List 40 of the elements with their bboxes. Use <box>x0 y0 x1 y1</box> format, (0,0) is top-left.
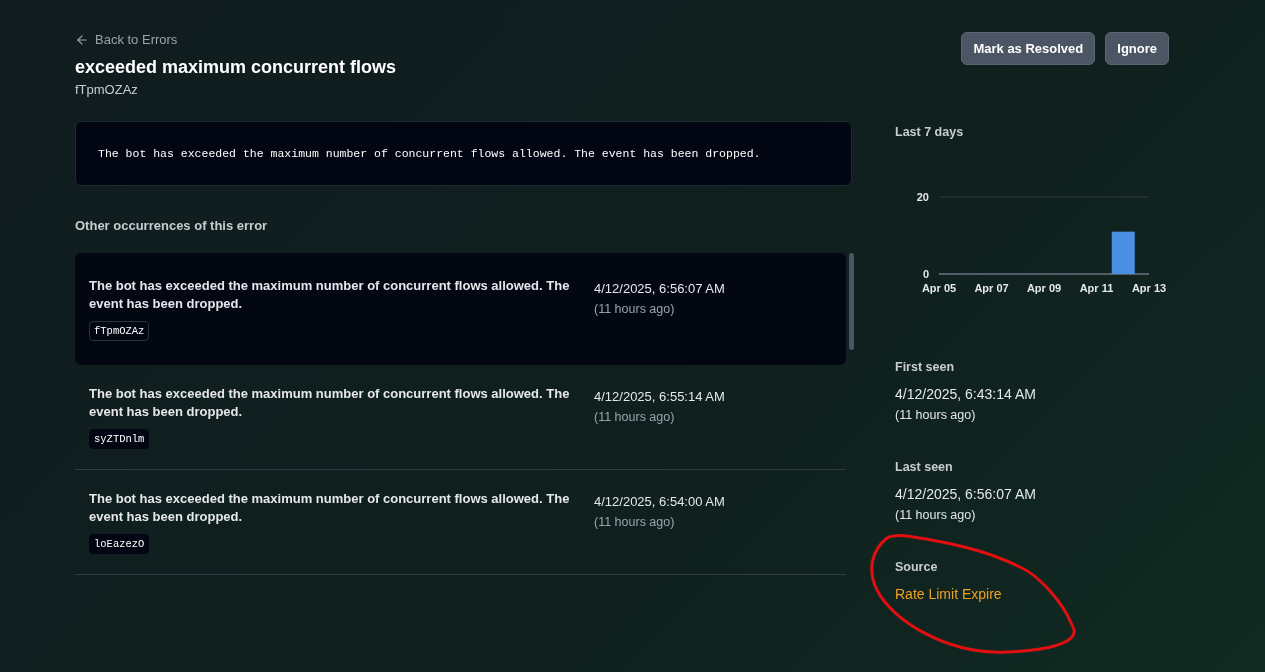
page-title: exceeded maximum concurrent flows <box>75 56 397 78</box>
occurrence-id: syZTDnlm <box>89 428 150 449</box>
error-message-block: The bot has exceeded the maximum number of concurrent flows allowed. The event has been dropped. <box>75 120 852 186</box>
occurrence-message: The bot has exceeded the maximum number of concurrent flows allowed. The event has been dropped. <box>89 276 571 313</box>
relative-time: (11 hours ago) <box>895 507 977 522</box>
occurrence-id: loEazezO <box>89 533 150 554</box>
source-link[interactable]: Rate Limit Expire <box>895 585 1169 602</box>
error-id: fTpmOZAz <box>75 81 139 97</box>
axis-tick-label: Apr 13 <box>1131 281 1167 294</box>
occurrence-timestamp: 4/12/2025, 6:54:00 AM <box>594 493 726 509</box>
axis-tick-label: Apr 05 <box>921 281 957 294</box>
action-button[interactable]: Ignore <box>1105 32 1169 65</box>
occurrence-message: The bot has exceeded the maximum number of concurrent flows allowed. The event has been dropped. <box>89 489 571 526</box>
back-link[interactable]: Back to Errors <box>75 32 178 47</box>
stat-value: 4/12/2025, 6:43:14 AM <box>895 385 1037 402</box>
occurrence-timestamp: 4/12/2025, 6:55:14 AM <box>594 388 726 404</box>
chart-title: Last 7 days <box>895 124 965 139</box>
occurrence-message: The bot has exceeded the maximum number of concurrent flows allowed. The event has been dropped. <box>89 384 571 421</box>
stat-value: 4/12/2025, 6:56:07 AM <box>895 485 1037 502</box>
occurrence-row[interactable]: The bot has exceeded the maximum number of concurrent flows allowed. The event has been dropped. loEazezO 4/12/2025, 6:54:00 AM (11 hours ago) <box>75 469 846 575</box>
stat-label: First seen <box>895 359 956 374</box>
occurrence-row[interactable]: The bot has exceeded the maximum number of concurrent flows allowed. The event has been dropped. fTpmOZAz 4/12/2025, 6:56:07 AM (11 hours ago) <box>75 252 846 365</box>
scrollbar-thumb[interactable] <box>849 252 854 350</box>
occurrence-timestamp: 4/12/2025, 6:56:07 AM <box>594 280 726 296</box>
relative-time: (11 hours ago) <box>594 409 676 424</box>
axis-tick-label: 20 <box>916 190 929 203</box>
section-heading: Other occurrences of this error <box>75 217 269 233</box>
stat-label: Last seen <box>895 459 954 474</box>
axis-tick-label: Apr 09 <box>1026 281 1062 294</box>
axis-tick-label: 0 <box>922 267 929 280</box>
relative-time: (11 hours ago) <box>895 407 977 422</box>
relative-time: (11 hours ago) <box>594 514 676 529</box>
stat-label: Source <box>895 559 939 574</box>
occurrence-id: fTpmOZAz <box>89 320 150 341</box>
chart-bar <box>1111 231 1135 274</box>
relative-time: (11 hours ago) <box>594 301 676 316</box>
axis-tick-label: Apr 11 <box>1079 281 1114 294</box>
occurrence-row[interactable]: The bot has exceeded the maximum number of concurrent flows allowed. The event has been dropped. syZTDnlm 4/12/2025, 6:55:14 AM (11 hours ago) <box>75 364 846 470</box>
action-button[interactable]: Mark as Resolved <box>961 32 1096 65</box>
axis-tick-label: Apr 07 <box>974 281 1009 294</box>
